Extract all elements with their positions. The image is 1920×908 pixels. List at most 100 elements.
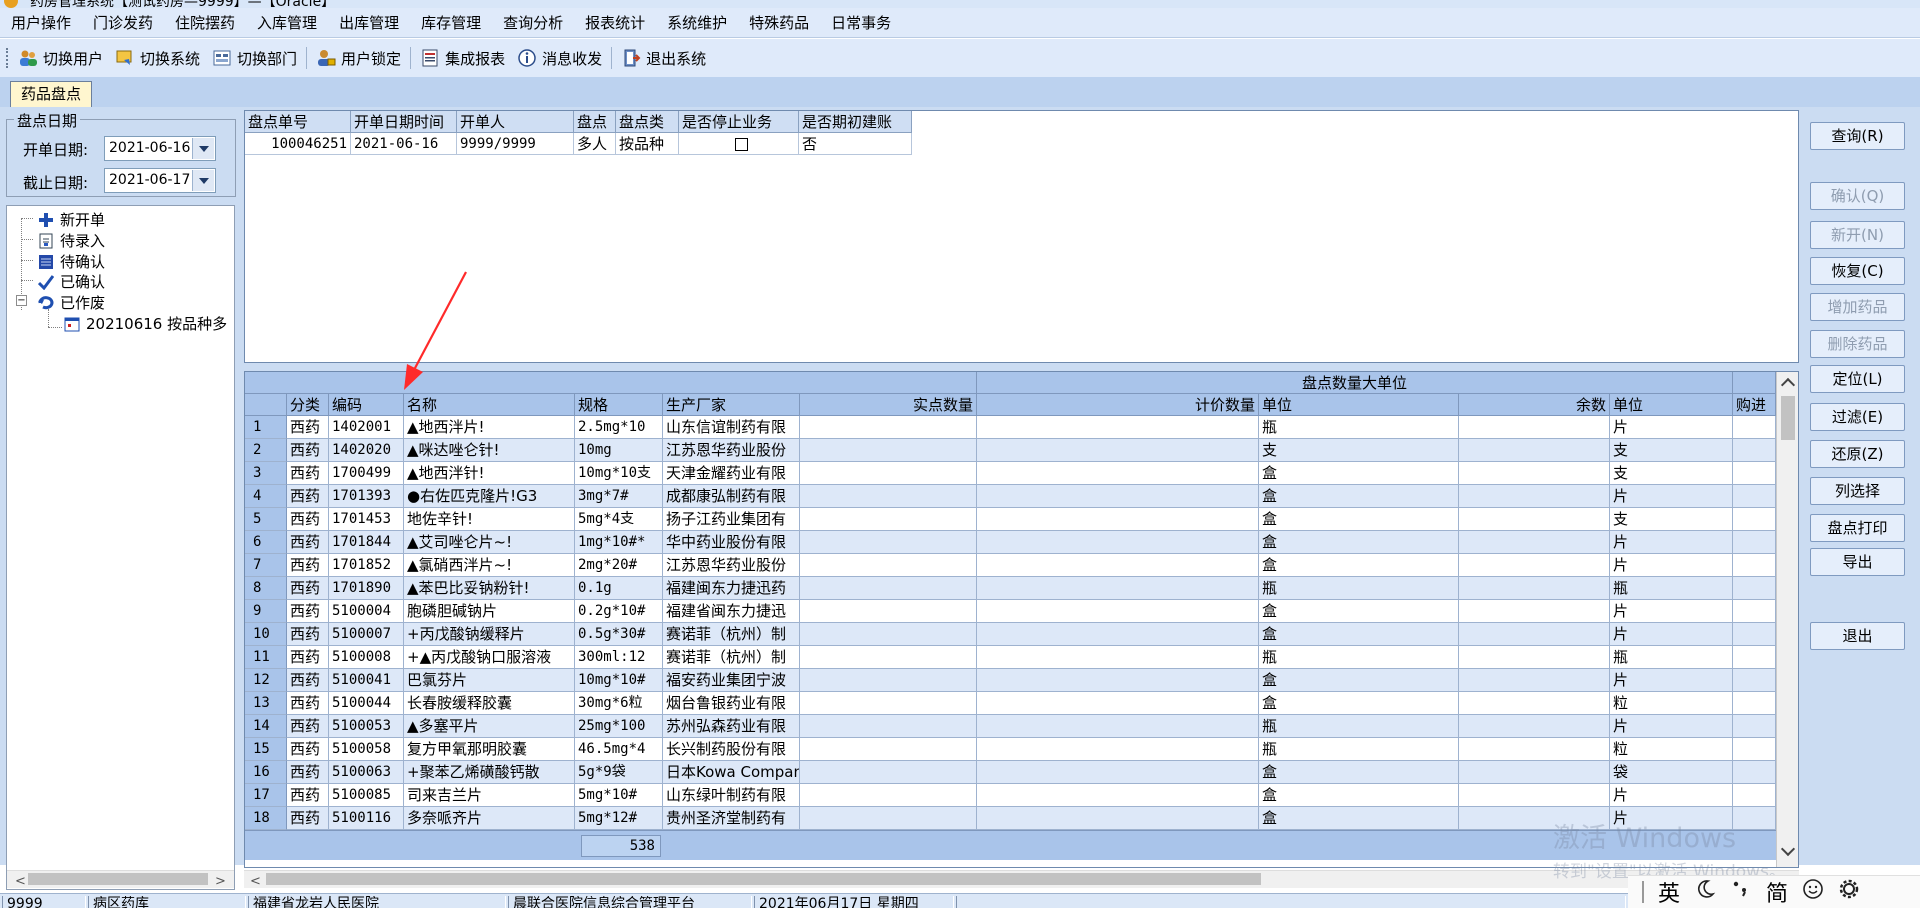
unit-cell[interactable]: 盒 <box>1259 692 1459 715</box>
spec-cell[interactable]: 46.5mg*4 <box>575 738 663 761</box>
small-unit-cell[interactable]: 支 <box>1610 439 1733 462</box>
name-cell[interactable]: ▲多塞平片 <box>404 715 575 738</box>
tree-node-pending-entry[interactable]: 待录入 <box>37 230 105 251</box>
switch-system-button[interactable]: 切换系统 <box>109 48 206 69</box>
actual-qty-cell[interactable] <box>800 715 977 738</box>
name-cell[interactable]: ▲艾司唑仑片~! <box>404 531 575 554</box>
query-button[interactable]: 查询(R) <box>1810 122 1905 150</box>
messages-button[interactable]: 消息收发 <box>511 48 608 69</box>
column-header-actual-qty[interactable]: 实点数量 <box>800 394 977 416</box>
spec-cell[interactable]: 0.1g <box>575 577 663 600</box>
name-cell[interactable]: 司来吉兰片 <box>404 784 575 807</box>
purchase-cell[interactable] <box>1733 508 1776 531</box>
table-row[interactable]: 3 西药 1700499 ▲地西泮针! 10mg*10支 天津金耀药业有限 盒 支 <box>245 462 1776 485</box>
initial-ledger-cell[interactable]: 否 <box>799 133 912 155</box>
small-unit-cell[interactable]: 片 <box>1610 784 1733 807</box>
code-cell[interactable]: 1402001 <box>329 416 404 439</box>
spec-cell[interactable]: 1mg*10#* <box>575 531 663 554</box>
remainder-cell[interactable] <box>1459 738 1610 761</box>
category-cell[interactable]: 西药 <box>287 692 329 715</box>
name-cell[interactable]: 多奈哌齐片 <box>404 807 575 830</box>
unit-cell[interactable]: 盒 <box>1259 761 1459 784</box>
column-header[interactable]: 开单人 <box>457 111 574 133</box>
tree-node-confirmed[interactable]: 已确认 <box>37 271 105 292</box>
punctuation-icon[interactable] <box>1730 878 1752 906</box>
table-row[interactable]: 2 西药 1402020 ▲咪达唑仑针! 10mg 江苏恩华药业股份 支 支 <box>245 439 1776 462</box>
emoji-icon[interactable] <box>1802 878 1824 906</box>
category-cell[interactable]: 西药 <box>287 462 329 485</box>
menu-inventory[interactable]: 库存管理 <box>410 12 492 33</box>
name-cell[interactable]: ▲氯硝西泮片~! <box>404 554 575 577</box>
name-cell[interactable]: ▲地西泮片! <box>404 416 575 439</box>
integrated-report-button[interactable]: 集成报表 <box>414 48 511 69</box>
spec-cell[interactable]: 10mg <box>575 439 663 462</box>
remainder-cell[interactable] <box>1459 646 1610 669</box>
category-cell[interactable]: 西药 <box>287 807 329 830</box>
locate-button[interactable]: 定位(L) <box>1810 365 1905 393</box>
manufacturer-cell[interactable]: 山东信谊制药有限 <box>663 416 800 439</box>
spec-cell[interactable]: 2.5mg*10 <box>575 416 663 439</box>
actual-qty-cell[interactable] <box>800 485 977 508</box>
small-unit-cell[interactable]: 片 <box>1610 531 1733 554</box>
add-drug-button[interactable]: 增加药品 <box>1810 293 1905 321</box>
scroll-thumb[interactable] <box>1781 396 1795 440</box>
spec-cell[interactable]: 5mg*12# <box>575 807 663 830</box>
purchase-cell[interactable] <box>1733 462 1776 485</box>
order-type-cell[interactable]: 按品种 <box>616 133 679 155</box>
filter-button[interactable]: 过滤(E) <box>1810 403 1905 431</box>
actual-qty-cell[interactable] <box>800 623 977 646</box>
name-cell[interactable]: +聚苯乙烯磺酸钙散 <box>404 761 575 784</box>
print-button[interactable]: 盘点打印 <box>1810 514 1905 542</box>
priced-qty-cell[interactable] <box>977 784 1259 807</box>
table-row[interactable]: 11 西药 5100008 +▲丙戊酸钠口服溶液 300ml:12 赛诺菲（杭州）制 瓶 瓶 <box>245 646 1776 669</box>
code-cell[interactable]: 5100007 <box>329 623 404 646</box>
manufacturer-cell[interactable]: 成都康弘制药有限 <box>663 485 800 508</box>
table-row[interactable]: 14 西药 5100053 ▲多塞平片 25mg*100 苏州弘森药业有限 瓶 片 <box>245 715 1776 738</box>
code-cell[interactable]: 1701852 <box>329 554 404 577</box>
spec-cell[interactable]: 25mg*100 <box>575 715 663 738</box>
table-row[interactable]: 13 西药 5100044 长春胺缓释胶囊 30mg*6粒 烟台鲁银药业有限 盒 粒 <box>245 692 1776 715</box>
purchase-cell[interactable] <box>1733 715 1776 738</box>
spec-cell[interactable]: 300ml:12 <box>575 646 663 669</box>
category-cell[interactable]: 西药 <box>287 485 329 508</box>
column-header-priced-qty[interactable]: 计价数量 <box>977 394 1259 416</box>
tree-node-voided[interactable]: 已作废 <box>37 292 105 313</box>
purchase-cell[interactable] <box>1733 600 1776 623</box>
tab-drug-inventory[interactable]: 药品盘点 <box>10 81 92 107</box>
manufacturer-cell[interactable]: 江苏恩华药业股份 <box>663 554 800 577</box>
column-header-manufacturer[interactable]: 生产厂家 <box>663 394 800 416</box>
code-cell[interactable]: 5100085 <box>329 784 404 807</box>
remainder-cell[interactable] <box>1459 577 1610 600</box>
table-row[interactable]: 18 西药 5100116 多奈哌齐片 5mg*12# 贵州圣济堂制药有盒片 <box>245 807 1776 830</box>
unit-cell[interactable]: 盒 <box>1259 554 1459 577</box>
scroll-left-icon[interactable]: < <box>250 874 261 889</box>
priced-qty-cell[interactable] <box>977 416 1259 439</box>
purchase-cell[interactable] <box>1733 692 1776 715</box>
spec-cell[interactable]: 5mg*4支 <box>575 508 663 531</box>
actual-qty-cell[interactable] <box>800 784 977 807</box>
reset-button[interactable]: 还原(Z) <box>1810 440 1905 468</box>
small-unit-cell[interactable]: 片 <box>1610 485 1733 508</box>
code-cell[interactable]: 5100053 <box>329 715 404 738</box>
actual-qty-cell[interactable] <box>800 738 977 761</box>
spec-cell[interactable]: 30mg*6粒 <box>575 692 663 715</box>
manufacturer-cell[interactable]: 山东绿叶制药有限 <box>663 784 800 807</box>
spec-cell[interactable]: 5mg*10# <box>575 784 663 807</box>
purchase-cell[interactable] <box>1733 738 1776 761</box>
name-cell[interactable]: ▲地西泮针! <box>404 462 575 485</box>
small-unit-cell[interactable]: 袋 <box>1610 761 1733 784</box>
priced-qty-cell[interactable] <box>977 531 1259 554</box>
actual-qty-cell[interactable] <box>800 692 977 715</box>
spec-cell[interactable]: 10mg*10支 <box>575 462 663 485</box>
purchase-cell[interactable] <box>1733 531 1776 554</box>
priced-qty-cell[interactable] <box>977 439 1259 462</box>
ime-simplified[interactable]: 简 <box>1766 876 1788 908</box>
actual-qty-cell[interactable] <box>800 646 977 669</box>
manufacturer-cell[interactable]: 天津金耀药业有限 <box>663 462 800 485</box>
purchase-cell[interactable] <box>1733 439 1776 462</box>
name-cell[interactable]: 复方甲氧那明胶囊 <box>404 738 575 761</box>
table-row[interactable]: 7 西药 1701852 ▲氯硝西泮片~! 2mg*20# 江苏恩华药业股份 盒 片 <box>245 554 1776 577</box>
code-cell[interactable]: 5100063 <box>329 761 404 784</box>
column-header[interactable]: 盘点 <box>574 111 616 133</box>
priced-qty-cell[interactable] <box>977 554 1259 577</box>
